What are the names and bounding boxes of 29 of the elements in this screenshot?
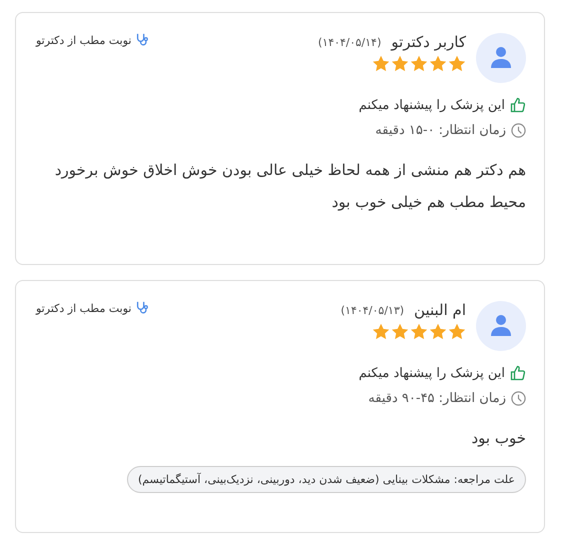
star-icon	[448, 323, 466, 340]
wait-time: زمان انتظار: ۰-۱۵ دقیقه	[375, 123, 506, 138]
user-avatar-icon	[476, 33, 526, 83]
review-date: (۱۴۰۴/۰۵/۱۴)	[318, 36, 382, 48]
star-icon	[410, 323, 428, 340]
reviewer-name: ام البنین	[414, 301, 466, 319]
wait-time: زمان انتظار: ۴۵-۹۰ دقیقه	[368, 391, 506, 406]
source-label: نوبت مطب از دکترتو	[36, 302, 132, 314]
star-icon	[429, 323, 447, 340]
star-icon	[448, 55, 466, 72]
recommendation-text: این پزشک را پیشنهاد میکنم	[358, 366, 505, 380]
star-icon	[410, 55, 428, 72]
stethoscope-icon	[135, 33, 150, 47]
review-comment: هم دکتر هم منشی از همه لحاظ خیلی عالی بودن خوش اخلاق خوش برخورد محیط مطب هم خیلی خوب بود	[54, 160, 526, 213]
star-icon	[391, 323, 409, 340]
reviewer-name: کاربر دکترتو	[391, 33, 466, 51]
user-avatar-icon	[476, 301, 526, 351]
review-date: (۱۴۰۴/۰۵/۱۳)	[340, 304, 404, 316]
star-icon	[372, 323, 390, 340]
review-comment: خوب بود	[470, 428, 526, 449]
visit-reason-tag: علت مراجعه: مشکلات بینایی (ضعیف شدن دید، دوربینی، نزدیک‌بینی، آستیگماتیسم)	[127, 466, 526, 493]
star-icon	[391, 55, 409, 72]
clock-icon	[511, 123, 526, 138]
star-icon	[429, 55, 447, 72]
recommendation-text: این پزشک را پیشنهاد میکنم	[358, 98, 505, 112]
clock-icon	[511, 391, 526, 406]
source-label: نوبت مطب از دکترتو	[36, 34, 132, 46]
star-icon	[372, 55, 390, 72]
stethoscope-icon	[135, 301, 150, 315]
